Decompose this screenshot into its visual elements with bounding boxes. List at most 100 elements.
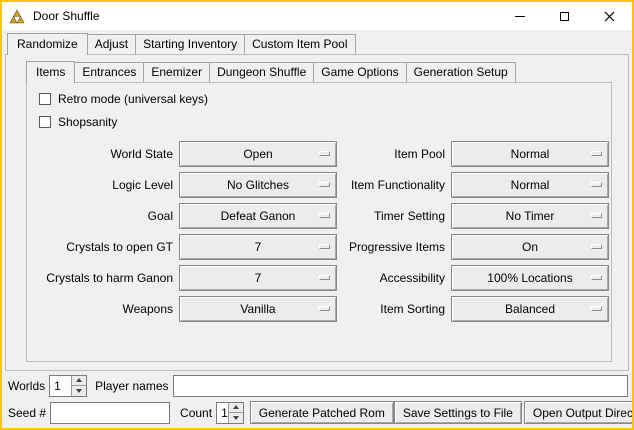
- window-title: Door Shuffle: [33, 9, 100, 23]
- dropdown-indicator-icon: [591, 275, 602, 280]
- door-shuffle-window: Door Shuffle Randomize Adjust Starting I…: [0, 0, 634, 430]
- world-state-value: Open: [243, 147, 272, 161]
- maximize-icon: [560, 12, 569, 21]
- retro-mode-checkbox[interactable]: [39, 93, 51, 105]
- maximize-button[interactable]: [542, 2, 587, 30]
- goal-label: Goal: [35, 209, 175, 223]
- progressive-items-dropdown[interactable]: On: [451, 234, 609, 260]
- open-output-directory-button[interactable]: Open Output Directory: [524, 401, 634, 424]
- tab-items[interactable]: Items: [26, 61, 75, 83]
- dropdown-indicator-icon: [319, 306, 330, 311]
- seed-input[interactable]: [50, 402, 170, 424]
- logic-level-dropdown[interactable]: No Glitches: [179, 172, 337, 198]
- item-sorting-dropdown[interactable]: Balanced: [451, 296, 609, 322]
- count-value: 1: [217, 403, 228, 423]
- goal-dropdown[interactable]: Defeat Ganon: [179, 203, 337, 229]
- worlds-row: Worlds 1 Player names: [8, 374, 628, 397]
- item-sorting-value: Balanced: [505, 302, 555, 316]
- shopsanity-checkbox[interactable]: [39, 116, 51, 128]
- count-spinbox[interactable]: 1: [216, 402, 244, 424]
- crystals-harm-ganon-dropdown[interactable]: 7: [179, 265, 337, 291]
- spin-up-icon: [76, 378, 82, 382]
- options-grid: World State Open Item Pool Normal Logic …: [35, 141, 603, 322]
- worlds-spin-down-button[interactable]: [71, 385, 86, 396]
- world-state-dropdown[interactable]: Open: [179, 141, 337, 167]
- tab-entrances[interactable]: Entrances: [74, 62, 144, 82]
- item-functionality-dropdown[interactable]: Normal: [451, 172, 609, 198]
- count-spin-down-button[interactable]: [228, 412, 243, 423]
- retro-mode-checkbox-row[interactable]: Retro mode (universal keys): [39, 92, 605, 106]
- shopsanity-label: Shopsanity: [58, 115, 117, 129]
- titlebar[interactable]: Door Shuffle: [2, 2, 632, 30]
- item-functionality-label: Item Functionality: [341, 178, 447, 192]
- tab-enemizer[interactable]: Enemizer: [143, 62, 210, 82]
- player-names-input[interactable]: [173, 375, 629, 397]
- dropdown-indicator-icon: [591, 182, 602, 187]
- item-pool-value: Normal: [511, 147, 550, 161]
- spin-down-icon: [76, 389, 82, 393]
- close-button[interactable]: [587, 2, 632, 30]
- world-state-label: World State: [35, 147, 175, 161]
- weapons-dropdown[interactable]: Vanilla: [179, 296, 337, 322]
- tab-game-options[interactable]: Game Options: [313, 62, 406, 82]
- item-sorting-label: Item Sorting: [341, 302, 447, 316]
- tab-starting-inventory[interactable]: Starting Inventory: [135, 34, 245, 54]
- randomize-pane: Items Entrances Enemizer Dungeon Shuffle…: [5, 54, 629, 371]
- items-pane: Retro mode (universal keys) Shopsanity W…: [26, 82, 612, 362]
- app-icon: [9, 8, 25, 24]
- crystals-open-gt-label: Crystals to open GT: [35, 240, 175, 254]
- tab-randomize[interactable]: Randomize: [7, 33, 88, 55]
- accessibility-value: 100% Locations: [487, 271, 572, 285]
- dropdown-indicator-icon: [591, 244, 602, 249]
- save-settings-button[interactable]: Save Settings to File: [394, 401, 522, 424]
- sub-notebook: Items Entrances Enemizer Dungeon Shuffle…: [26, 61, 612, 362]
- dropdown-indicator-icon: [319, 151, 330, 156]
- shopsanity-checkbox-row[interactable]: Shopsanity: [39, 115, 605, 129]
- worlds-spinbox[interactable]: 1: [49, 375, 87, 397]
- minimize-button[interactable]: [497, 2, 542, 30]
- retro-mode-label: Retro mode (universal keys): [58, 92, 208, 106]
- main-tabbar: Randomize Adjust Starting Inventory Cust…: [5, 33, 629, 54]
- sub-tabbar: Items Entrances Enemizer Dungeon Shuffle…: [26, 61, 612, 82]
- seed-label: Seed #: [8, 406, 46, 420]
- seed-row: Seed # Count 1 Generate Patched Rom Save…: [8, 401, 628, 424]
- count-label: Count: [180, 406, 212, 420]
- weapons-value: Vanilla: [240, 302, 275, 316]
- worlds-label: Worlds: [8, 379, 45, 393]
- tab-dungeon-shuffle[interactable]: Dungeon Shuffle: [209, 62, 314, 82]
- dropdown-indicator-icon: [591, 213, 602, 218]
- progressive-items-label: Progressive Items: [341, 240, 447, 254]
- logic-level-value: No Glitches: [227, 178, 289, 192]
- dropdown-indicator-icon: [319, 182, 330, 187]
- timer-setting-value: No Timer: [506, 209, 555, 223]
- crystals-open-gt-dropdown[interactable]: 7: [179, 234, 337, 260]
- tab-generation-setup[interactable]: Generation Setup: [406, 62, 516, 82]
- accessibility-label: Accessibility: [341, 271, 447, 285]
- crystals-harm-ganon-value: 7: [255, 271, 262, 285]
- crystals-harm-ganon-label: Crystals to harm Ganon: [35, 271, 175, 285]
- generate-patched-rom-button[interactable]: Generate Patched Rom: [250, 401, 394, 424]
- spin-up-icon: [233, 405, 239, 409]
- crystals-open-gt-value: 7: [255, 240, 262, 254]
- item-pool-label: Item Pool: [341, 147, 447, 161]
- dropdown-indicator-icon: [591, 151, 602, 156]
- accessibility-dropdown[interactable]: 100% Locations: [451, 265, 609, 291]
- count-spin-up-button[interactable]: [228, 403, 243, 413]
- goal-value: Defeat Ganon: [221, 209, 296, 223]
- close-icon: [604, 11, 615, 22]
- progressive-items-value: On: [522, 240, 538, 254]
- tab-custom-item-pool[interactable]: Custom Item Pool: [244, 34, 355, 54]
- window-controls: [497, 2, 632, 30]
- tab-adjust[interactable]: Adjust: [87, 34, 136, 54]
- dropdown-indicator-icon: [591, 306, 602, 311]
- player-names-label: Player names: [95, 379, 168, 393]
- dropdown-indicator-icon: [319, 275, 330, 280]
- weapons-label: Weapons: [35, 302, 175, 316]
- item-pool-dropdown[interactable]: Normal: [451, 141, 609, 167]
- dropdown-indicator-icon: [319, 213, 330, 218]
- item-functionality-value: Normal: [511, 178, 550, 192]
- timer-setting-dropdown[interactable]: No Timer: [451, 203, 609, 229]
- bottom-controls: Worlds 1 Player names Seed # Count 1: [2, 371, 632, 428]
- worlds-spin-up-button[interactable]: [71, 376, 86, 386]
- timer-setting-label: Timer Setting: [341, 209, 447, 223]
